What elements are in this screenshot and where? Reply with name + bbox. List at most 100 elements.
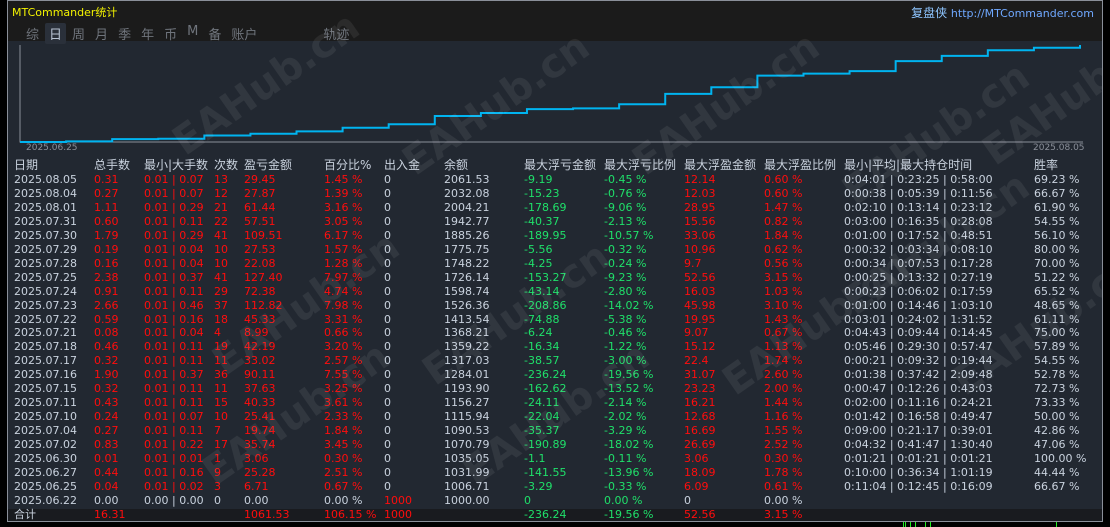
table-cell: 1.39 % [324,186,363,200]
table-cell: 9.07 [684,326,709,340]
table-cell: 0.01 | 0.11 [144,340,204,354]
table-row[interactable]: 2025.07.30 1.79 0.01 | 0.29 41 109.51 6.17 % 0… [8,229,1102,243]
table-cell: 0:01:42 | 0:16:58 | 0:49:47 [844,410,993,424]
table-row[interactable]: 2025.06.25 0.04 0.01 | 0.02 3 6.71 0.67 % 0 100… [8,480,1102,494]
table-cell: 1.28 % [324,256,363,270]
table-cell: 52.78 % [1034,368,1080,382]
column-header[interactable]: 百分比% [324,158,371,172]
column-header[interactable]: 最小|平均|最大持仓时间 [844,158,972,172]
table-cell: 0:11:04 | 0:12:45 | 0:16:09 [844,479,993,493]
table-cell: 0.62 % [764,242,803,256]
table-row[interactable]: 2025.07.25 2.38 0.01 | 0.37 41 127.40 7.97 % 0… [8,271,1102,285]
table-cell: 16.21 [684,396,716,410]
table-row[interactable]: 2025.06.30 0.01 0.01 | 0.01 1 3.06 0.30 % 0 103… [8,452,1102,466]
table-cell: 0.01 | 0.07 [144,186,204,200]
table-cell: -38.57 [524,354,560,368]
table-row[interactable]: 2025.07.11 0.43 0.01 | 0.11 15 40.33 3.61 % 0 1… [8,396,1102,410]
table-cell: 0.01 | 0.11 [144,214,204,228]
table-cell: 27.87 [244,186,276,200]
table-cell: -14.02 % [604,298,654,312]
table-row[interactable]: 2025.07.10 0.24 0.01 | 0.07 10 25.41 2.33 % 0 1… [8,410,1102,424]
table-cell: 2025.08.05 [14,173,77,186]
stats-panel: MTCommander统计 复盘侠 http://MTCommander.com… [7,0,1103,522]
table-cell: 44.44 % [1034,465,1080,479]
column-header[interactable]: 最大浮亏金额 [524,158,596,172]
table-row[interactable]: 2025.08.04 0.27 0.01 | 0.07 12 27.87 1.39 % 0 2… [8,187,1102,201]
table-cell: 3.10 % [764,298,803,312]
brand-name: 复盘侠 [911,6,948,20]
table-row[interactable]: 2025.07.04 0.27 0.01 | 0.11 7 19.74 1.84 % 0 10… [8,424,1102,438]
table-cell: 0.61 % [764,479,803,493]
table-cell: 3.06 [684,452,709,465]
column-header[interactable]: 总手数 [94,158,130,172]
table-cell: 0.60 [94,214,119,228]
table-row[interactable]: 2025.07.23 2.66 0.01 | 0.46 37 112.82 7.98 % 0… [8,299,1102,313]
table-cell: 0.00 [94,493,119,507]
table-cell: 12.68 [684,410,716,424]
table-row[interactable]: 2025.07.31 0.60 0.01 | 0.11 22 57.51 3.05 % 0 1… [8,215,1102,229]
table-row[interactable]: 2025.07.29 0.19 0.01 | 0.04 10 27.53 1.57 % 0 1… [8,243,1102,257]
table-cell: 2025.06.27 [14,465,77,479]
column-header[interactable]: 余额 [444,158,468,172]
table-cell: -236.24 [524,368,567,382]
column-header[interactable]: 次数 [214,158,238,172]
column-header[interactable]: 出入金 [384,158,420,172]
table-row[interactable]: 2025.07.17 0.32 0.01 | 0.11 11 33.02 2.57 % 0 1… [8,354,1102,368]
table-row[interactable]: 2025.07.28 0.16 0.01 | 0.04 10 22.08 1.28 % 0 1… [8,257,1102,271]
table-cell: 27.53 [244,242,276,256]
column-header[interactable]: 盈亏金额 [244,158,292,172]
table-row[interactable]: 2025.07.15 0.32 0.01 | 0.11 11 37.63 3.25 % 0 1… [8,382,1102,396]
chart-start-date: 2025.06.25 [26,143,78,153]
table-cell: 31.07 [684,368,716,382]
table-cell: -2.14 % [604,396,647,410]
table-row[interactable]: 2025.06.27 0.44 0.01 | 0.16 9 25.28 2.51 % 0 10… [8,466,1102,480]
table-row[interactable]: 2025.08.01 1.11 0.01 | 0.29 21 61.44 3.16 % 0 2… [8,201,1102,215]
brand-url[interactable]: http://MTCommander.com [951,7,1094,20]
column-header[interactable]: 最大浮盈比例 [764,158,836,172]
table-cell: 15 [214,396,228,410]
table-cell: 1775.75 [444,242,490,256]
table-cell: 0.00 [244,493,269,507]
column-header[interactable]: 最小|大手数 [144,158,208,172]
table-cell: 17 [214,438,228,452]
table-cell: 40.33 [244,396,276,410]
column-header[interactable]: 日期 [14,158,38,172]
table-row[interactable]: 2025.07.16 1.90 0.01 | 0.37 36 90.11 7.55 % 0 1… [8,368,1102,382]
table-cell: 41 [214,270,228,284]
table-cell: 16.69 [684,424,716,438]
table-row[interactable]: 2025.07.02 0.83 0.01 | 0.22 17 35.74 3.45 % 0 1… [8,438,1102,452]
table-row[interactable]: 2025.08.05 0.31 0.01 | 0.07 13 29.45 1.45 % 0 2… [8,173,1102,187]
table-row[interactable]: 2025.07.18 0.46 0.01 | 0.11 19 42.19 3.20 % 0 1… [8,340,1102,354]
table-cell: 12 [214,186,228,200]
table-cell: 2025.07.22 [14,312,77,326]
table-row[interactable]: 2025.07.22 0.59 0.01 | 0.16 18 45.33 3.31 % 0 1… [8,313,1102,327]
column-header[interactable]: 最大浮盈金额 [684,158,756,172]
table-cell: 0.32 [94,354,119,368]
table-cell: 0.01 | 0.04 [144,242,204,256]
table-cell: 2.60 % [764,368,803,382]
table-cell: 13 [214,173,228,186]
table-cell: 25.28 [244,465,276,479]
table-cell: 10 [214,410,228,424]
table-cell: 0 [684,493,691,507]
table-cell: 0.67 % [764,326,803,340]
table-cell: 0.01 | 0.11 [144,396,204,410]
table-cell: 1.74 % [764,354,803,368]
table-cell: 0 [384,284,391,298]
table-cell: 0 [384,382,391,396]
table-cell: 1.13 % [764,340,803,354]
brand[interactable]: 复盘侠 http://MTCommander.com [911,4,1094,21]
table-row[interactable]: 2025.07.24 0.91 0.01 | 0.11 29 72.38 4.74 % 0 1… [8,285,1102,299]
table-cell: 0.01 | 0.07 [144,410,204,424]
table-cell: 1.11 [94,200,119,214]
table-cell: -13.52 % [604,382,654,396]
table-cell: 1.55 % [764,424,803,438]
table-cell: 0 [384,298,391,312]
column-header[interactable]: 胜率 [1034,158,1058,172]
equity-chart: 2025.06.25 2025.08.05 [8,41,1102,156]
column-header[interactable]: 最大浮亏比例 [604,158,676,172]
table-row[interactable]: 2025.07.21 0.08 0.01 | 0.04 4 8.99 0.66 % 0 136… [8,326,1102,340]
table-cell: 0.27 [94,186,119,200]
table-row[interactable]: 2025.06.22 0.00 0.00 | 0.00 0 0.00 0.00 % 1000… [8,494,1102,508]
table-cell: 1.84 % [324,424,363,438]
